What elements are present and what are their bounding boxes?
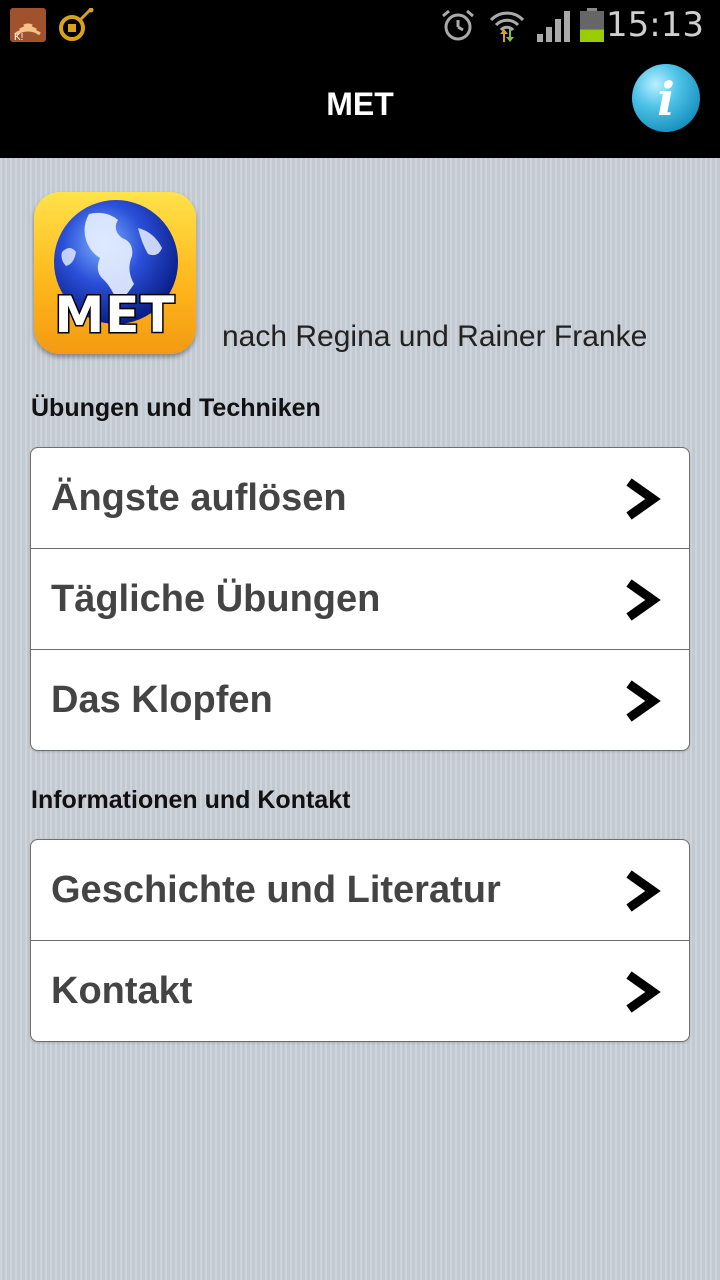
svg-text:K!: K! bbox=[14, 32, 23, 42]
battery-icon bbox=[580, 8, 604, 42]
logo-text: MET bbox=[53, 285, 176, 346]
status-bar: K! 15:13 bbox=[0, 0, 720, 50]
list-item-label: Tägliche Übungen bbox=[51, 578, 381, 620]
list-item-label: Ängste auflösen bbox=[51, 477, 347, 519]
list-item-label: Das Klopfen bbox=[51, 679, 273, 721]
status-time: 15:13 bbox=[606, 5, 704, 45]
chevron-right-icon bbox=[626, 680, 661, 722]
list-item-label: Geschichte und Literatur bbox=[51, 869, 501, 911]
chevron-right-icon bbox=[626, 579, 661, 621]
list-item-geschichte[interactable]: Geschichte und Literatur bbox=[31, 840, 689, 940]
page-title: MET bbox=[326, 86, 394, 122]
list-uebungen: Ängste auflösen Tägliche Übungen Das Klo… bbox=[30, 447, 690, 751]
satellite-icon bbox=[59, 8, 94, 41]
info-button[interactable]: i bbox=[632, 64, 700, 132]
signal-icon bbox=[537, 11, 570, 42]
list-informationen: Geschichte und Literatur Kontakt bbox=[30, 839, 690, 1042]
list-item-kontakt[interactable]: Kontakt bbox=[31, 940, 689, 1041]
list-item-label: Kontakt bbox=[51, 970, 193, 1012]
subtitle: nach Regina und Rainer Franke bbox=[222, 320, 648, 353]
chevron-right-icon bbox=[626, 971, 661, 1013]
list-item-klopfen[interactable]: Das Klopfen bbox=[31, 649, 689, 750]
section-heading-informationen: Informationen und Kontakt bbox=[31, 786, 351, 814]
alarm-icon bbox=[442, 9, 474, 41]
chevron-right-icon bbox=[626, 870, 661, 912]
list-item-taegliche[interactable]: Tägliche Übungen bbox=[31, 548, 689, 649]
wifi-icon: K! bbox=[10, 8, 46, 42]
wifi-data-icon bbox=[489, 11, 525, 42]
info-icon: i bbox=[657, 72, 675, 126]
app-header: MET i bbox=[0, 50, 720, 158]
app-logo: MET bbox=[34, 192, 196, 354]
list-item-aengste[interactable]: Ängste auflösen bbox=[31, 448, 689, 548]
chevron-right-icon bbox=[626, 478, 661, 520]
section-heading-uebungen: Übungen und Techniken bbox=[31, 394, 321, 422]
